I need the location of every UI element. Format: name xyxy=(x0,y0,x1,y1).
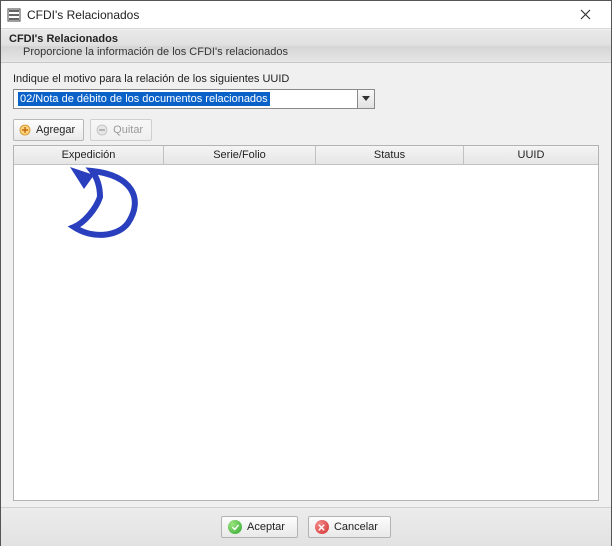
reason-dropdown-text[interactable]: 02/Nota de débito de los documentos rela… xyxy=(13,89,357,109)
col-header-expedicion[interactable]: Expedición xyxy=(14,146,164,164)
dialog-footer: Aceptar Cancelar xyxy=(1,507,611,546)
grid-body[interactable] xyxy=(14,165,598,500)
col-header-status[interactable]: Status xyxy=(316,146,464,164)
dialog-body: Indique el motivo para la relación de lo… xyxy=(1,63,611,507)
section-header: CFDI's Relacionados Proporcione la infor… xyxy=(1,29,611,63)
cancel-icon xyxy=(315,520,329,534)
section-subtitle: Proporcione la información de los CFDI's… xyxy=(9,46,601,58)
col-header-uuid[interactable]: UUID xyxy=(464,146,598,164)
cfdi-grid: Expedición Serie/Folio Status UUID xyxy=(13,145,599,501)
remove-icon xyxy=(95,123,109,137)
reason-label: Indique el motivo para la relación de lo… xyxy=(9,73,603,85)
add-button-label: Agregar xyxy=(36,124,75,136)
grid-toolbar: Agregar Quitar xyxy=(9,119,603,145)
grid-header-row: Expedición Serie/Folio Status UUID xyxy=(14,146,598,165)
annotation-arrow-icon xyxy=(32,165,162,245)
add-icon xyxy=(18,123,32,137)
reason-dropdown-value: 02/Nota de débito de los documentos rela… xyxy=(18,92,270,106)
accept-button-label: Aceptar xyxy=(247,521,285,533)
reason-dropdown-button[interactable] xyxy=(357,89,375,109)
accept-button[interactable]: Aceptar xyxy=(221,516,298,538)
accept-icon xyxy=(228,520,242,534)
chevron-down-icon xyxy=(362,96,370,102)
add-button[interactable]: Agregar xyxy=(13,119,84,141)
window-titlebar: CFDI's Relacionados xyxy=(1,1,611,29)
close-icon xyxy=(580,9,591,20)
close-button[interactable] xyxy=(567,5,603,25)
cancel-button[interactable]: Cancelar xyxy=(308,516,391,538)
col-header-serie-folio[interactable]: Serie/Folio xyxy=(164,146,316,164)
reason-dropdown[interactable]: 02/Nota de débito de los documentos rela… xyxy=(13,89,599,109)
section-title: CFDI's Relacionados xyxy=(9,33,601,45)
window-title: CFDI's Relacionados xyxy=(27,8,139,22)
remove-button: Quitar xyxy=(90,119,152,141)
remove-button-label: Quitar xyxy=(113,124,143,136)
app-icon xyxy=(7,8,21,22)
cancel-button-label: Cancelar xyxy=(334,521,378,533)
